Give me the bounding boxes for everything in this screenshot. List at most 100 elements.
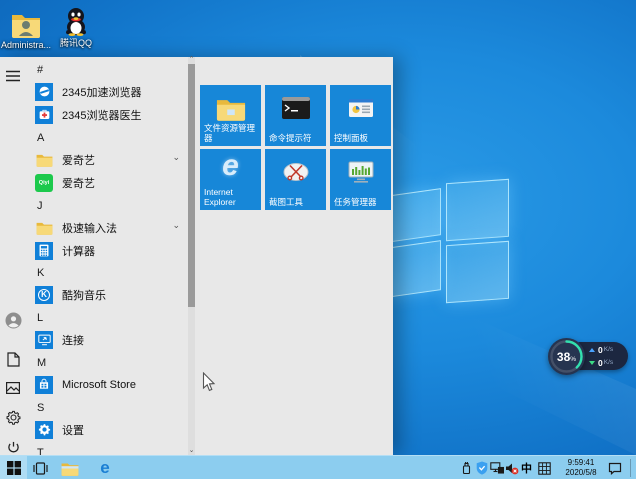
edge-taskbar-button[interactable]: e xyxy=(91,456,119,479)
app-list-header[interactable]: A xyxy=(37,128,44,149)
app-list-header[interactable]: L xyxy=(37,308,43,329)
app-item-2345-doctor[interactable]: 2345浏览器医生 xyxy=(35,104,180,125)
app-item-label: Microsoft Store xyxy=(62,378,136,391)
app-folder-jisu-ime[interactable]: 极速输入法 ⌄ xyxy=(35,217,180,238)
calculator-icon xyxy=(35,241,53,260)
control-panel-icon xyxy=(330,93,391,123)
download-arrow-icon xyxy=(589,360,595,365)
desktop-icon-label: Administra... xyxy=(0,40,51,50)
windows-logo-pane xyxy=(446,178,509,242)
tile-command-prompt[interactable]: 命令提示符 xyxy=(265,85,326,146)
hamburger-menu-button[interactable] xyxy=(2,65,24,87)
clock-date: 2020/5/8 xyxy=(565,468,597,477)
tile-label: 命令提示符 xyxy=(269,132,312,143)
settings-icon xyxy=(35,420,53,439)
app-list-header[interactable]: M xyxy=(37,353,46,374)
qq-icon xyxy=(50,4,102,36)
desktop-icon-label: 腾讯QQ xyxy=(59,38,92,48)
memory-usage-ball[interactable]: 38% xyxy=(548,338,585,375)
edge-icon: e xyxy=(100,458,110,477)
app-folder-iqiyi[interactable]: 爱奇艺 ⌄ xyxy=(35,149,180,170)
app-item-2345-browser[interactable]: 2345加速浏览器 xyxy=(35,81,180,102)
app-item-calculator[interactable]: 计算器 xyxy=(35,240,180,261)
user-folder-icon xyxy=(0,6,52,38)
settings-rail-button[interactable] xyxy=(2,406,24,428)
internet-explorer-icon: e xyxy=(222,149,239,182)
app-item-label: 2345加速浏览器 xyxy=(62,86,142,99)
tile-task-manager[interactable]: 任务管理器 xyxy=(330,149,391,210)
start-button[interactable] xyxy=(0,456,27,479)
action-center-icon[interactable] xyxy=(607,460,622,476)
app-item-label: 2345浏览器医生 xyxy=(62,109,142,122)
taskbar-clock[interactable]: 9:59:41 2020/5/8 xyxy=(558,458,604,478)
browser-2345-icon xyxy=(35,82,53,101)
store-icon xyxy=(35,375,53,394)
usb-device-icon[interactable] xyxy=(459,460,474,476)
tile-label: 文件资源管理器 xyxy=(204,122,256,143)
doctor-2345-icon xyxy=(35,105,53,124)
app-item-kugou[interactable]: K 酷狗音乐 xyxy=(35,284,180,305)
folder-icon xyxy=(35,151,53,169)
tile-snipping-tool[interactable]: 截图工具 xyxy=(265,149,326,210)
app-item-label: 酷狗音乐 xyxy=(62,289,106,302)
documents-button[interactable] xyxy=(2,348,24,370)
ime-keyboard-icon[interactable] xyxy=(537,460,552,476)
chevron-down-icon[interactable]: ⌄ xyxy=(172,220,180,231)
command-prompt-icon xyxy=(265,93,326,123)
security-shield-icon[interactable] xyxy=(474,460,489,476)
memory-percent-unit: % xyxy=(570,355,577,363)
network-icon[interactable] xyxy=(489,460,504,476)
app-item-label: 极速输入法 xyxy=(62,222,117,235)
tile-label: 截图工具 xyxy=(269,196,304,207)
taskbar: e 中 9:59:41 2020/5/8 xyxy=(0,455,636,479)
show-desktop-divider[interactable] xyxy=(630,459,631,477)
pictures-button[interactable] xyxy=(2,377,24,399)
desktop-icon-qq[interactable]: 腾讯QQ xyxy=(50,4,102,48)
upload-arrow-icon xyxy=(589,347,595,352)
app-item-label: 爱奇艺 xyxy=(62,177,95,190)
app-list-header[interactable]: S xyxy=(37,398,44,419)
windows-logo-pane xyxy=(386,240,441,298)
app-item-connect[interactable]: 连接 xyxy=(35,329,180,350)
tile-internet-explorer[interactable]: e Internet Explorer xyxy=(200,149,261,210)
file-explorer-taskbar-button[interactable] xyxy=(56,456,84,479)
chevron-down-icon[interactable]: ⌄ xyxy=(172,152,180,163)
tile-control-panel[interactable]: 控制面板 xyxy=(330,85,391,146)
app-item-label: 连接 xyxy=(62,334,84,347)
volume-muted-icon[interactable] xyxy=(504,460,519,476)
snipping-tool-icon xyxy=(265,157,326,187)
desktop-screen: Administra... 腾讯QQ # 2345加速浏览器 2345浏览器医生… xyxy=(0,0,636,479)
clock-time: 9:59:41 xyxy=(567,458,595,467)
iqiyi-icon: Qiyi xyxy=(35,173,53,192)
mouse-cursor xyxy=(202,371,216,398)
user-account-button[interactable] xyxy=(2,309,24,331)
start-menu-scrollbar[interactable]: ⌃ ⌄ xyxy=(187,56,196,455)
scrollbar-thumb[interactable] xyxy=(188,64,195,307)
task-view-button[interactable] xyxy=(27,456,53,479)
folder-icon xyxy=(35,219,53,237)
app-list-header[interactable]: K xyxy=(37,263,44,284)
app-list-header[interactable]: J xyxy=(37,196,43,217)
windows-logo-pane xyxy=(386,188,441,243)
tile-label: 任务管理器 xyxy=(334,196,377,207)
app-item-iqiyi[interactable]: Qiyi 爱奇艺 xyxy=(35,172,180,193)
upload-unit: K/s xyxy=(603,346,614,353)
app-item-microsoft-store[interactable]: Microsoft Store xyxy=(35,374,180,395)
connect-icon xyxy=(35,330,53,349)
tile-file-explorer[interactable]: 文件资源管理器 xyxy=(200,85,261,146)
scroll-up-icon[interactable]: ⌃ xyxy=(187,56,196,64)
scroll-down-icon[interactable]: ⌄ xyxy=(187,447,196,455)
windows-logo-pane xyxy=(446,240,509,304)
windows-logo-icon xyxy=(6,461,21,475)
desktop-icon-administrator[interactable]: Administra... xyxy=(0,6,52,50)
start-menu: # 2345加速浏览器 2345浏览器医生 A 爱奇艺 ⌄ Qiyi 爱奇艺 J… xyxy=(0,56,393,459)
memory-percent: 38 xyxy=(556,349,571,364)
kugou-icon: K xyxy=(35,285,53,304)
app-item-settings[interactable]: 设置 xyxy=(35,419,180,440)
upload-value: 0 xyxy=(598,344,603,355)
input-language-indicator[interactable]: 中 xyxy=(519,460,534,476)
tile-label: Internet Explorer xyxy=(204,186,236,207)
download-unit: K/s xyxy=(603,359,614,366)
app-list-header[interactable]: # xyxy=(37,60,43,81)
task-manager-icon xyxy=(330,157,391,187)
